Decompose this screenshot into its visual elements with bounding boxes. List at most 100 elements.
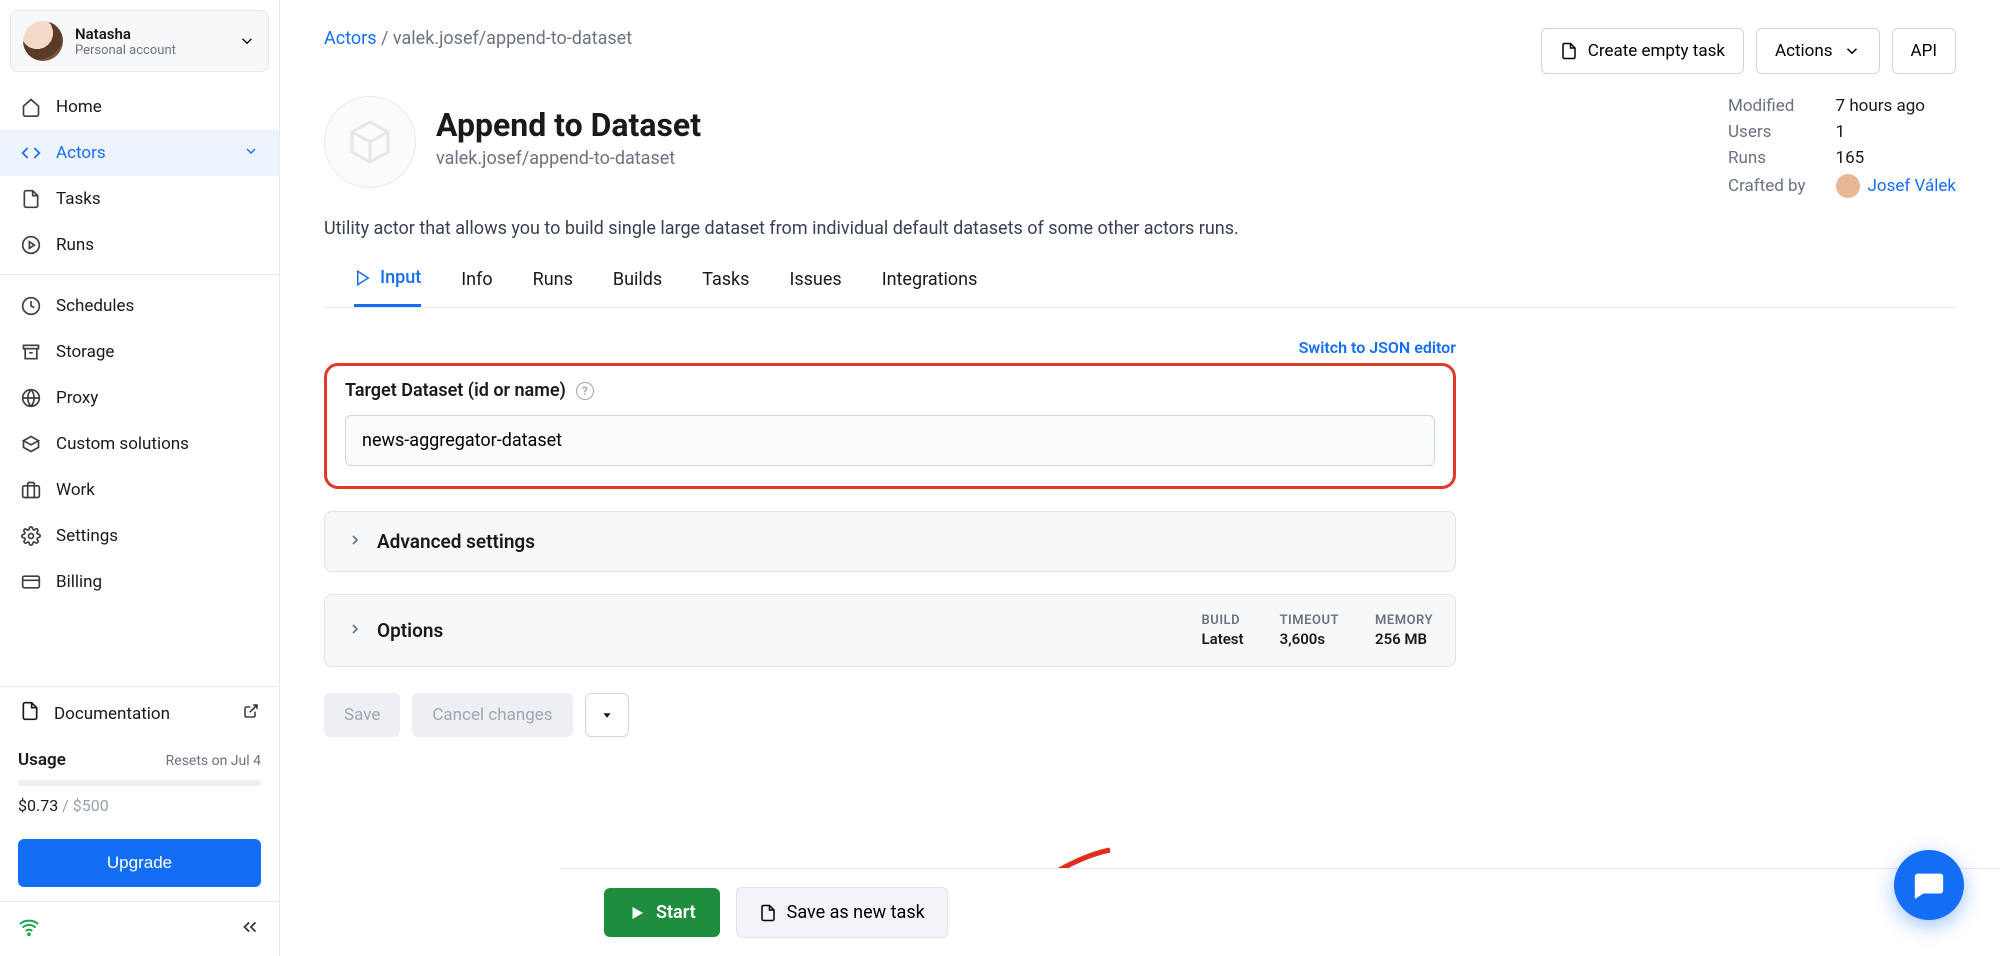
chat-fab[interactable] [1894,850,1964,920]
nav-storage[interactable]: Storage [0,329,279,375]
code-icon [20,142,42,164]
nav-label: Actors [56,143,106,163]
caret-down-icon [600,708,614,722]
nav-schedules[interactable]: Schedules [0,283,279,329]
account-name: Natasha [75,25,226,43]
chat-icon [1912,868,1946,902]
api-button[interactable]: API [1892,28,1956,74]
package-icon [20,433,42,455]
file-icon [1560,42,1578,60]
bottom-bar: Start Save as new task [560,868,2000,956]
sidebar: Natasha Personal account Home Actors Tas… [0,0,280,956]
create-empty-task-button[interactable]: Create empty task [1541,28,1744,74]
nav-label: Proxy [56,388,98,408]
save-dropdown-button[interactable] [585,693,629,737]
card-icon [20,571,42,593]
nav-custom-solutions[interactable]: Custom solutions [0,421,279,467]
play-icon [354,269,372,287]
avatar [23,21,63,61]
nav-label: Billing [56,572,102,592]
file-icon [20,188,42,210]
tab-runs[interactable]: Runs [533,267,573,307]
chevron-right-icon [347,621,363,641]
help-icon[interactable]: ? [576,382,594,400]
start-button[interactable]: Start [604,888,720,937]
actor-icon [324,96,416,188]
usage-label: Usage [18,750,66,770]
wifi-icon [18,916,40,942]
globe-icon [20,387,42,409]
cancel-changes-button: Cancel changes [412,693,572,737]
actor-description: Utility actor that allows you to build s… [280,198,2000,239]
nav-label: Schedules [56,296,134,316]
file-icon [759,904,777,922]
nav-home[interactable]: Home [0,84,279,130]
nav-label: Storage [56,342,114,362]
tab-info[interactable]: Info [461,267,492,307]
main-area: Actors / valek.josef/append-to-dataset C… [280,0,2000,956]
save-button: Save [324,693,400,737]
options-summary: BUILDLatest TIMEOUT3,600s MEMORY256 MB [1202,613,1433,648]
nav-label: Home [56,97,102,117]
tab-integrations[interactable]: Integrations [882,267,978,307]
usage-amount: $0.73 / $500 [18,796,261,815]
play-icon [628,904,646,922]
save-as-new-task-button[interactable]: Save as new task [736,887,948,938]
clock-icon [20,295,42,317]
nav-label: Custom solutions [56,434,189,454]
nav-billing[interactable]: Billing [0,559,279,605]
nav-label: Tasks [56,189,101,209]
nav-proxy[interactable]: Proxy [0,375,279,421]
advanced-settings-section[interactable]: Advanced settings [324,511,1456,572]
external-link-icon [243,703,259,724]
nav-work[interactable]: Work [0,467,279,513]
nav-label: Work [56,480,95,500]
gear-icon [20,525,42,547]
nav-label: Settings [56,526,118,546]
breadcrumb-path: valek.josef/append-to-dataset [393,28,632,49]
target-dataset-input[interactable] [345,415,1435,466]
actor-meta: Modified7 hours ago Users1 Runs165 Craft… [1728,96,1956,198]
account-switcher[interactable]: Natasha Personal account [10,10,269,72]
options-section[interactable]: Options BUILDLatest TIMEOUT3,600s MEMORY… [324,594,1456,667]
actor-title: Append to Dataset [436,106,701,144]
nav-label: Runs [56,235,94,255]
tab-input[interactable]: Input [354,267,421,307]
author-link[interactable]: Josef Válek [1868,176,1956,196]
author-avatar [1836,174,1860,198]
tab-issues[interactable]: Issues [789,267,841,307]
archive-icon [20,341,42,363]
chevron-right-icon [347,532,363,552]
nav-label: Documentation [54,704,170,724]
nav-actors[interactable]: Actors [0,130,279,176]
breadcrumb: Actors / valek.josef/append-to-dataset [324,28,632,49]
actions-button[interactable]: Actions [1756,28,1880,74]
chevron-down-icon [238,32,256,50]
target-dataset-field-highlight: Target Dataset (id or name) ? [324,363,1456,489]
usage-reset: Resets on Jul 4 [166,753,261,769]
tabs: Input Info Runs Builds Tasks Issues Inte… [324,239,1956,308]
nav-runs[interactable]: Runs [0,222,279,268]
nav: Home Actors Tasks Runs Sche [0,76,279,605]
field-label: Target Dataset (id or name) ? [345,380,1435,401]
play-circle-icon [20,234,42,256]
chevron-down-icon [243,143,259,164]
account-type: Personal account [75,43,226,58]
cube-icon [346,118,394,166]
upgrade-button[interactable]: Upgrade [18,839,261,887]
breadcrumb-root[interactable]: Actors [324,28,377,49]
tab-builds[interactable]: Builds [613,267,662,307]
nav-settings[interactable]: Settings [0,513,279,559]
switch-to-json-link[interactable]: Switch to JSON editor [324,338,1456,357]
actor-subtitle: valek.josef/append-to-dataset [436,148,701,169]
nav-documentation[interactable]: Documentation [0,686,279,740]
briefcase-icon [20,479,42,501]
chevron-down-icon [1843,42,1861,60]
tab-tasks[interactable]: Tasks [702,267,749,307]
home-icon [20,96,42,118]
doc-icon [20,701,40,726]
usage-block: Usage Resets on Jul 4 $0.73 / $500 [0,740,279,825]
usage-bar [18,780,261,786]
collapse-sidebar-icon[interactable] [239,916,261,942]
nav-tasks[interactable]: Tasks [0,176,279,222]
